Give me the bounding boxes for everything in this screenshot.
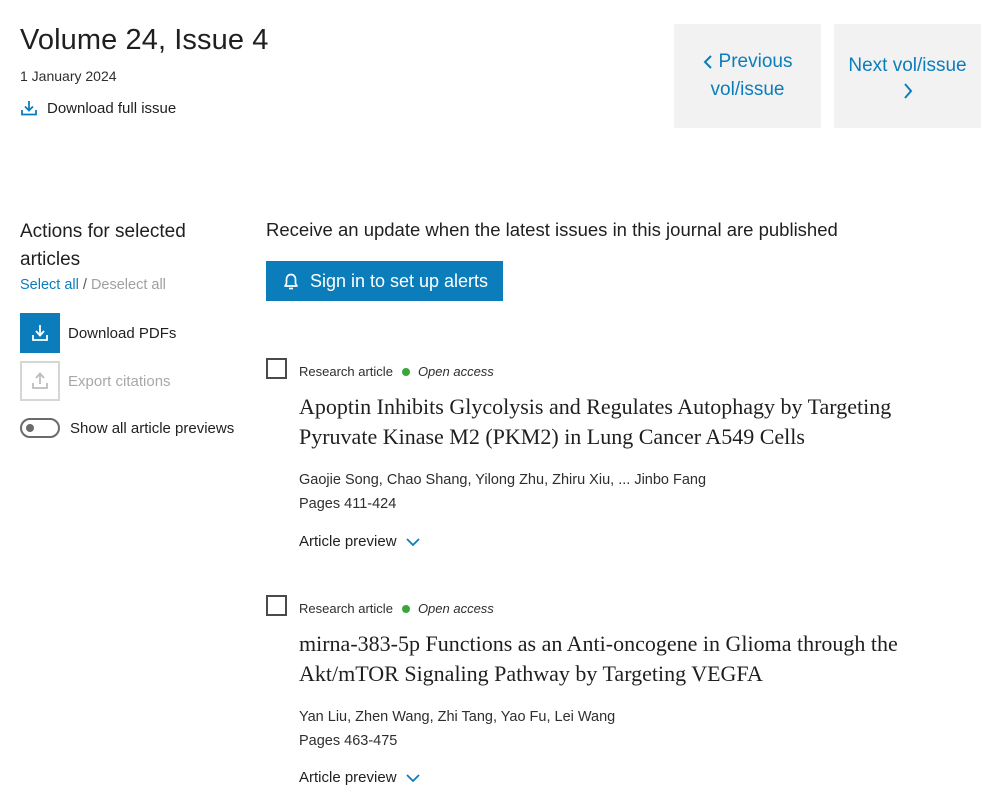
- article-pages: Pages 463-475: [299, 733, 398, 749]
- export-citations-button[interactable]: [20, 361, 60, 401]
- article-title-link[interactable]: mirna-383-5p Functions as an Anti-oncoge…: [299, 629, 949, 689]
- show-previews-label: Show all article previews: [70, 419, 235, 437]
- article-title-line1: Apoptin Inhibits Glycolysis and Regulate…: [299, 394, 892, 419]
- article-title-line1: mirna-383-5p Functions as an Anti-oncoge…: [299, 631, 898, 656]
- export-citations-action[interactable]: Export citations: [20, 361, 171, 401]
- next-label: Next vol/issue: [848, 55, 967, 76]
- download-icon: [21, 101, 37, 116]
- article-type: Research article: [299, 601, 393, 616]
- chevron-down-icon: [405, 773, 420, 782]
- article-preview-toggle[interactable]: Article preview: [299, 533, 421, 550]
- article-meta: Research article Open access: [299, 601, 494, 616]
- select-all-link[interactable]: Select all: [20, 277, 79, 293]
- selection-separator: /: [82, 277, 87, 293]
- selection-controls: Select all / Deselect all: [20, 277, 166, 293]
- export-icon: [32, 372, 48, 389]
- download-pdfs-label: Download PDFs: [68, 324, 177, 342]
- article-meta: Research article Open access: [299, 364, 494, 379]
- deselect-all-link[interactable]: Deselect all: [91, 277, 166, 293]
- toggle-switch[interactable]: [20, 418, 60, 438]
- actions-heading: Actions for selected articles: [20, 218, 240, 274]
- open-access-label: Open access: [417, 364, 494, 379]
- chevron-down-icon: [405, 537, 420, 546]
- previous-label-line2: vol/issue: [710, 79, 785, 100]
- alert-description: Receive an update when the latest issues…: [266, 219, 838, 240]
- article-checkbox[interactable]: [266, 595, 287, 616]
- article-type: Research article: [299, 364, 393, 379]
- article-title-line2: Pyruvate Kinase M2 (PKM2) in Lung Cancer…: [299, 424, 805, 449]
- export-citations-label: Export citations: [68, 372, 171, 390]
- chevron-left-icon: [703, 55, 712, 69]
- article-preview-label: Article preview: [299, 769, 397, 786]
- article-authors: Yan Liu, Zhen Wang, Zhi Tang, Yao Fu, Le…: [299, 709, 616, 725]
- article-checkbox[interactable]: [266, 358, 287, 379]
- sign-in-alerts-button[interactable]: Sign in to set up alerts: [266, 261, 503, 301]
- actions-heading-line1: Actions for selected: [20, 221, 186, 242]
- download-full-issue-link[interactable]: Download full issue: [20, 99, 176, 117]
- download-pdfs-action[interactable]: Download PDFs: [20, 313, 176, 353]
- issue-date: 1 January 2024: [20, 68, 117, 84]
- download-icon: [32, 325, 48, 341]
- bell-icon: [284, 273, 298, 290]
- article-authors: Gaojie Song, Chao Shang, Yilong Zhu, Zhi…: [299, 472, 707, 488]
- download-full-issue-label: Download full issue: [47, 99, 177, 117]
- download-pdfs-button[interactable]: [20, 313, 60, 353]
- open-access-label: Open access: [417, 601, 494, 616]
- next-issue-button[interactable]: Next vol/issue: [834, 24, 981, 128]
- article-pages: Pages 411-424: [299, 496, 397, 512]
- open-access-dot-icon: [401, 604, 410, 613]
- article-title-line2: Akt/mTOR Signaling Pathway by Targeting …: [299, 661, 763, 686]
- sign-in-alerts-label: Sign in to set up alerts: [309, 270, 489, 291]
- actions-heading-line2: articles: [20, 249, 81, 270]
- open-access-dot-icon: [401, 367, 410, 376]
- previous-label: Previous: [718, 51, 793, 72]
- previous-issue-button[interactable]: Previous vol/issue: [674, 24, 821, 128]
- show-previews-toggle[interactable]: Show all article previews: [20, 418, 234, 438]
- article-preview-label: Article preview: [299, 533, 397, 550]
- chevron-right-icon: [903, 83, 912, 99]
- article-title-link[interactable]: Apoptin Inhibits Glycolysis and Regulate…: [299, 392, 949, 452]
- page-title: Volume 24, Issue 4: [20, 24, 269, 56]
- article-preview-toggle[interactable]: Article preview: [299, 769, 421, 786]
